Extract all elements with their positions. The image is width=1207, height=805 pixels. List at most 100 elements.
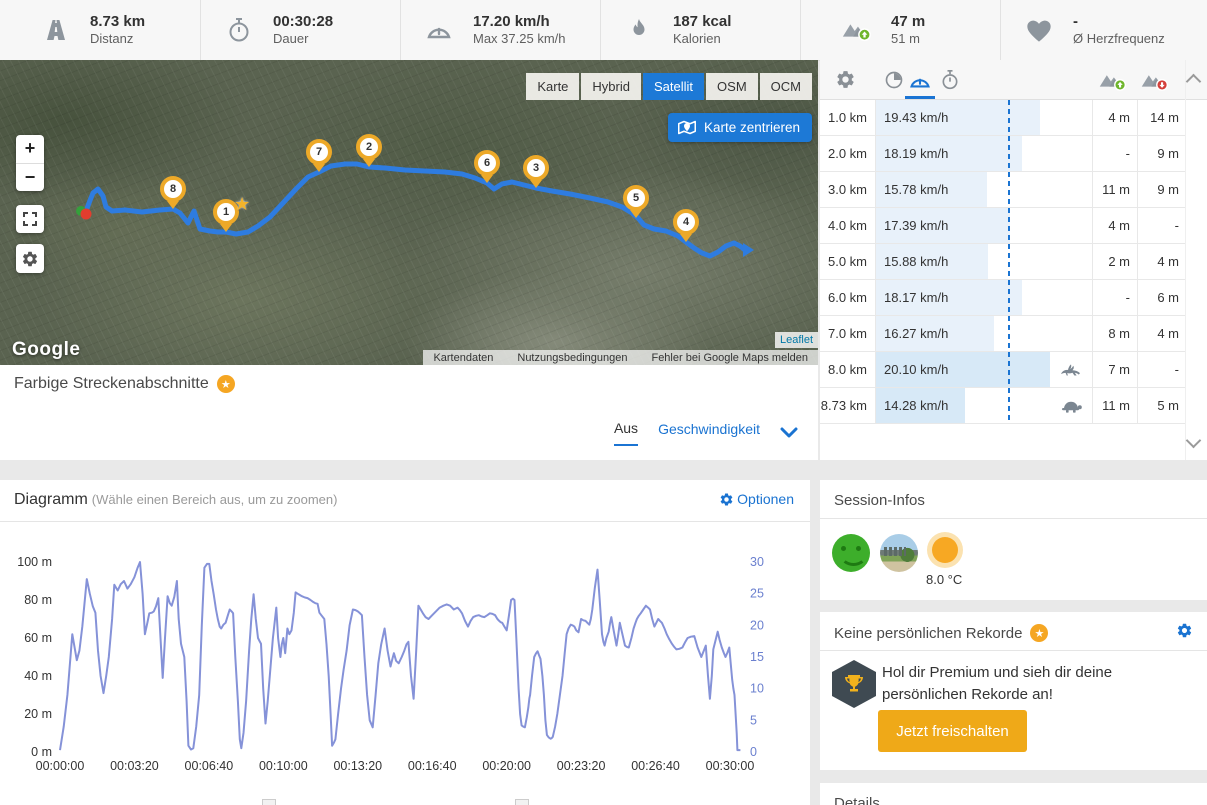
split-distance: 8.73 km	[820, 398, 867, 413]
map-settings-button[interactable]	[16, 244, 44, 273]
splits-panel: 1.0 km 19.43 km/h 4 m 14 m 2.0 km 18.19 km/h -…	[820, 60, 1207, 460]
route-marker-2[interactable]: 2	[356, 134, 382, 173]
column-divider	[1137, 100, 1138, 424]
layer-satellit[interactable]: Satellit	[643, 73, 705, 100]
unlock-premium-button[interactable]: Jetzt freischalten	[878, 710, 1027, 752]
diagram-options-button[interactable]: Optionen	[719, 491, 794, 507]
split-ascent: 7 m	[1108, 362, 1130, 377]
tab-pace-stopwatch-icon[interactable]	[940, 69, 960, 96]
section-mode-toggle: Aus Geschwindigkeit	[613, 420, 798, 446]
colored-sections-panel: Farbige Streckenabschnitte ★ Aus Geschwi…	[0, 365, 818, 460]
route-marker-7[interactable]: 7	[306, 139, 332, 178]
svg-text:00:00:00: 00:00:00	[36, 759, 85, 773]
route-marker-5[interactable]: 5	[623, 185, 649, 224]
colored-sections-label: Farbige Streckenabschnitte	[14, 375, 209, 392]
stat-distance: 8.73 km Distanz	[0, 0, 200, 60]
sun-icon	[932, 537, 958, 563]
stat-value: 187 kcal	[673, 12, 732, 30]
split-distance: 6.0 km	[827, 290, 867, 305]
tab-speed-icon[interactable]	[908, 72, 932, 94]
svg-text:00:10:00: 00:10:00	[259, 759, 308, 773]
layer-osm[interactable]: OSM	[706, 73, 758, 100]
premium-star-icon: ★	[1030, 624, 1049, 642]
route-marker-8[interactable]: 8	[160, 176, 186, 215]
zoom-out-button[interactable]: −	[16, 164, 44, 192]
toggle-aus[interactable]: Aus	[613, 420, 639, 446]
split-speed: 14.28 km/h	[884, 398, 949, 413]
leaflet-attribution[interactable]: Leaflet	[774, 332, 818, 348]
svg-text:15: 15	[750, 650, 764, 664]
chevron-down-icon[interactable]	[780, 427, 798, 439]
stat-calories: 187 kcal Kalorien	[600, 0, 800, 60]
diagram-header: Diagramm (Wähle einen Bereich aus, um zu …	[0, 480, 810, 522]
activity-page: 8.73 km Distanz 00:30:28 Dauer 17.20 km/…	[0, 0, 1207, 805]
elevation-gain-icon	[841, 17, 873, 43]
stopwatch-icon	[223, 17, 255, 43]
temperature-value: 8.0 °C	[926, 572, 963, 587]
attribution-link[interactable]: Nutzungsbedingungen	[517, 352, 627, 364]
svg-text:0 m: 0 m	[31, 745, 52, 759]
premium-message: Hol dir Premium und sieh dir deine persö…	[882, 664, 1113, 703]
split-speed: 20.10 km/h	[884, 362, 949, 377]
map-zoom-control: + −	[16, 135, 44, 191]
svg-text:00:20:00: 00:20:00	[482, 759, 531, 773]
legend-checkbox[interactable]	[262, 799, 276, 805]
heart-icon	[1023, 17, 1055, 43]
legend-checkbox[interactable]	[515, 799, 529, 805]
route-marker-3[interactable]: 3	[523, 155, 549, 194]
stat-label: Dauer	[273, 31, 309, 47]
zoom-in-button[interactable]: +	[16, 135, 44, 164]
svg-text:30: 30	[750, 555, 764, 569]
stat-label: Ø Herzfrequenz	[1073, 31, 1165, 47]
stat-value: 8.73 km	[90, 12, 146, 30]
diagram-title: Diagramm (Wähle einen Bereich aus, um zu …	[14, 491, 337, 509]
google-logo: Google	[12, 339, 81, 360]
splits-settings-gear-icon[interactable]	[835, 69, 856, 95]
center-map-button[interactable]: Karte zentrieren	[667, 113, 812, 142]
svg-text:00:23:20: 00:23:20	[557, 759, 606, 773]
route-map[interactable]: 81726354 ★ + − Karte Hybrid Satellit OSM…	[0, 60, 818, 365]
speed-chart[interactable]: 100 m 80 m 60 m 40 m 20 m 0 m 30 25 20 15 10 5 0 00:0…	[0, 522, 810, 805]
route-marker-6[interactable]: 6	[474, 150, 500, 189]
split-ascent: 11 m	[1102, 182, 1130, 197]
split-descent: -	[1174, 362, 1179, 377]
diagram-options-label: Optionen	[737, 491, 794, 507]
split-speed: 16.27 km/h	[884, 326, 949, 341]
gear-icon	[1177, 623, 1192, 638]
split-descent: 4 m	[1157, 326, 1179, 341]
split-distance: 4.0 km	[827, 218, 867, 233]
scroll-up-icon[interactable]	[1185, 73, 1202, 90]
svg-text:25: 25	[750, 587, 764, 601]
fullscreen-button[interactable]	[16, 205, 44, 233]
splits-scrollbar[interactable]	[1185, 60, 1202, 460]
attribution-link[interactable]: Kartendaten	[433, 352, 493, 364]
descent-column-icon	[1140, 69, 1170, 97]
tab-duration-pie-icon[interactable]	[884, 70, 904, 95]
attribution-link[interactable]: Fehler bei Google Maps melden	[651, 352, 808, 364]
layer-ocm[interactable]: OCM	[759, 73, 812, 100]
records-settings-button[interactable]	[1176, 622, 1193, 644]
split-ascent: -	[1125, 146, 1130, 161]
split-speed: 18.17 km/h	[884, 290, 949, 305]
stats-bar: 8.73 km Distanz 00:30:28 Dauer 17.20 km/…	[0, 0, 1207, 61]
details-title: Details	[834, 795, 880, 805]
start-dot-red	[80, 208, 92, 220]
divider	[820, 650, 1207, 651]
diagram-subtitle: (Wähle einen Bereich aus, um zu zoomen)	[91, 492, 338, 507]
svg-text:0: 0	[750, 745, 757, 759]
session-info-title: Session-Infos	[834, 492, 925, 509]
toggle-geschwindigkeit[interactable]: Geschwindigkeit	[658, 421, 760, 445]
scroll-down-icon[interactable]	[1185, 432, 1202, 449]
diagram-title-text: Diagramm	[14, 491, 88, 508]
route-marker-4[interactable]: 4	[673, 209, 699, 248]
split-speed: 18.19 km/h	[884, 146, 949, 161]
stat-value: 17.20 km/h	[473, 12, 550, 30]
record-star-marker: ★	[234, 194, 251, 214]
stat-value: 47 m	[891, 12, 926, 30]
split-ascent: 11 m	[1102, 398, 1130, 413]
session-info-label: Session-Infos	[834, 492, 925, 509]
layer-karte[interactable]: Karte	[526, 73, 580, 100]
smiley-happy-icon	[832, 534, 870, 572]
layer-hybrid[interactable]: Hybrid	[581, 73, 641, 100]
road-icon	[40, 18, 72, 42]
